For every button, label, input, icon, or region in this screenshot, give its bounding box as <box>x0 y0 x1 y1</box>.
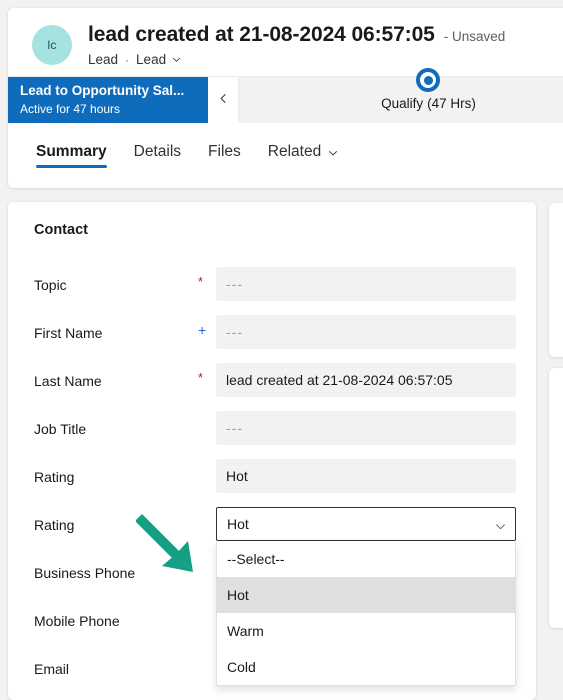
last-name-input[interactable]: lead created at 21-08-2024 06:57:05 <box>216 363 516 397</box>
required-indicator-business-phone <box>198 555 216 563</box>
tab-related-label: Related <box>267 143 322 160</box>
chevron-down-icon <box>328 148 338 157</box>
rating-combobox-value: Hot <box>227 516 249 532</box>
rating-readonly-input[interactable]: Hot <box>216 459 516 493</box>
field-row-topic: Topic * --- <box>26 267 516 315</box>
required-indicator-email <box>198 651 216 659</box>
rating-combobox[interactable]: Hot <box>216 507 516 541</box>
avatar: lc <box>32 25 72 65</box>
field-label-mobile-phone: Mobile Phone <box>34 613 120 629</box>
record-title-row: lead created at 21-08-2024 06:57:05 - Un… <box>88 23 505 47</box>
rating-combobox-wrapper: Hot --Select-- Hot Warm Cold <box>216 507 516 686</box>
tab-files-label: Files <box>208 143 241 160</box>
chevron-down-icon <box>172 55 181 64</box>
tab-details[interactable]: Details <box>134 143 181 171</box>
contact-section-title: Contact <box>34 222 88 238</box>
process-flow-collapse-button[interactable] <box>208 77 239 123</box>
chevron-down-icon <box>495 519 506 530</box>
field-row-job-title: Job Title --- <box>26 411 516 459</box>
field-control-first-name: --- <box>216 315 516 349</box>
job-title-input[interactable]: --- <box>216 411 516 445</box>
process-stage-label-wrap: Qualify (47 Hrs) <box>381 96 476 111</box>
record-header-card: lc lead created at 21-08-2024 06:57:05 -… <box>8 8 563 188</box>
field-label-rating-readonly: Rating <box>34 469 75 485</box>
field-control-rating-dropdown: Hot --Select-- Hot Warm Cold <box>216 507 516 686</box>
breadcrumb-separator: · <box>125 52 130 67</box>
record-header: lc lead created at 21-08-2024 06:57:05 -… <box>8 8 563 76</box>
field-label-topic: Topic <box>34 277 67 293</box>
form-tabs: Summary Details Files Related <box>8 123 563 171</box>
field-control-topic: --- <box>216 267 516 301</box>
required-indicator-last-name: * <box>198 370 204 385</box>
recommended-indicator-first-name: + <box>198 322 207 338</box>
process-stage-duration: (47 Hrs) <box>427 96 476 111</box>
field-label-last-name: Last Name <box>34 373 102 389</box>
business-process-flow: Lead to Opportunity Sal... Active for 47… <box>8 68 563 123</box>
process-stage-label: Qualify <box>381 96 424 111</box>
field-label-business-phone: Business Phone <box>34 565 136 581</box>
rating-option-cold[interactable]: Cold <box>217 649 515 685</box>
tab-related[interactable]: Related <box>267 143 338 171</box>
process-flow-status: Active for 47 hours <box>20 102 121 116</box>
field-row-rating-readonly: Rating Hot <box>26 459 516 507</box>
required-indicator-job-title <box>198 411 216 419</box>
contact-form: Topic * --- First Name + --- Last Name *… <box>26 267 516 699</box>
form-selector[interactable]: Lead <box>136 52 181 67</box>
chevron-left-icon <box>218 91 229 109</box>
process-flow-name[interactable]: Lead to Opportunity Sal... Active for 47… <box>8 77 208 123</box>
process-flow-stages: Qualify (47 Hrs) <box>239 68 563 123</box>
entity-type-label: Lead <box>88 52 119 67</box>
unsaved-status: - Unsaved <box>443 29 506 44</box>
form-selector-label: Lead <box>136 52 167 67</box>
field-row-first-name: First Name + --- <box>26 315 516 363</box>
right-panel-card-bottom <box>549 368 563 628</box>
field-control-rating-readonly: Hot <box>216 459 516 493</box>
field-control-job-title: --- <box>216 411 516 445</box>
rating-option-select[interactable]: --Select-- <box>217 541 515 577</box>
first-name-input[interactable]: --- <box>216 315 516 349</box>
field-row-rating-dropdown: Rating Hot --Select-- Hot Warm Cold <box>26 507 516 686</box>
topic-input[interactable]: --- <box>216 267 516 301</box>
stage-active-ring-icon <box>416 68 441 92</box>
required-indicator-rating-readonly <box>198 459 216 467</box>
tab-summary-label: Summary <box>36 143 107 160</box>
tab-summary[interactable]: Summary <box>36 143 107 171</box>
rating-option-warm[interactable]: Warm <box>217 613 515 649</box>
page-title: lead created at 21-08-2024 06:57:05 <box>88 23 435 46</box>
tab-details-label: Details <box>133 143 182 160</box>
record-subtitle-row: Lead · Lead <box>88 52 505 67</box>
field-label-email: Email <box>34 661 70 677</box>
rating-option-hot[interactable]: Hot <box>217 577 515 613</box>
field-control-last-name: lead created at 21-08-2024 06:57:05 <box>216 363 516 397</box>
tab-files[interactable]: Files <box>208 143 241 171</box>
required-indicator-rating-dropdown <box>198 507 216 515</box>
contact-section-card: Contact Topic * --- First Name + --- Las… <box>8 202 536 700</box>
right-panel-card-top <box>549 203 563 357</box>
field-label-rating-dropdown: Rating <box>34 517 75 533</box>
process-stage-qualify[interactable]: Qualify (47 Hrs) <box>381 68 476 111</box>
field-label-first-name: First Name <box>34 325 103 341</box>
field-row-last-name: Last Name * lead created at 21-08-2024 0… <box>26 363 516 411</box>
required-indicator-mobile-phone <box>198 603 216 611</box>
required-indicator-topic: * <box>198 274 204 289</box>
rating-dropdown-list: --Select-- Hot Warm Cold <box>216 541 516 686</box>
process-flow-title: Lead to Opportunity Sal... <box>20 83 185 98</box>
right-rail <box>549 0 563 700</box>
field-label-job-title: Job Title <box>34 421 87 437</box>
record-header-text: lead created at 21-08-2024 06:57:05 - Un… <box>88 22 505 67</box>
